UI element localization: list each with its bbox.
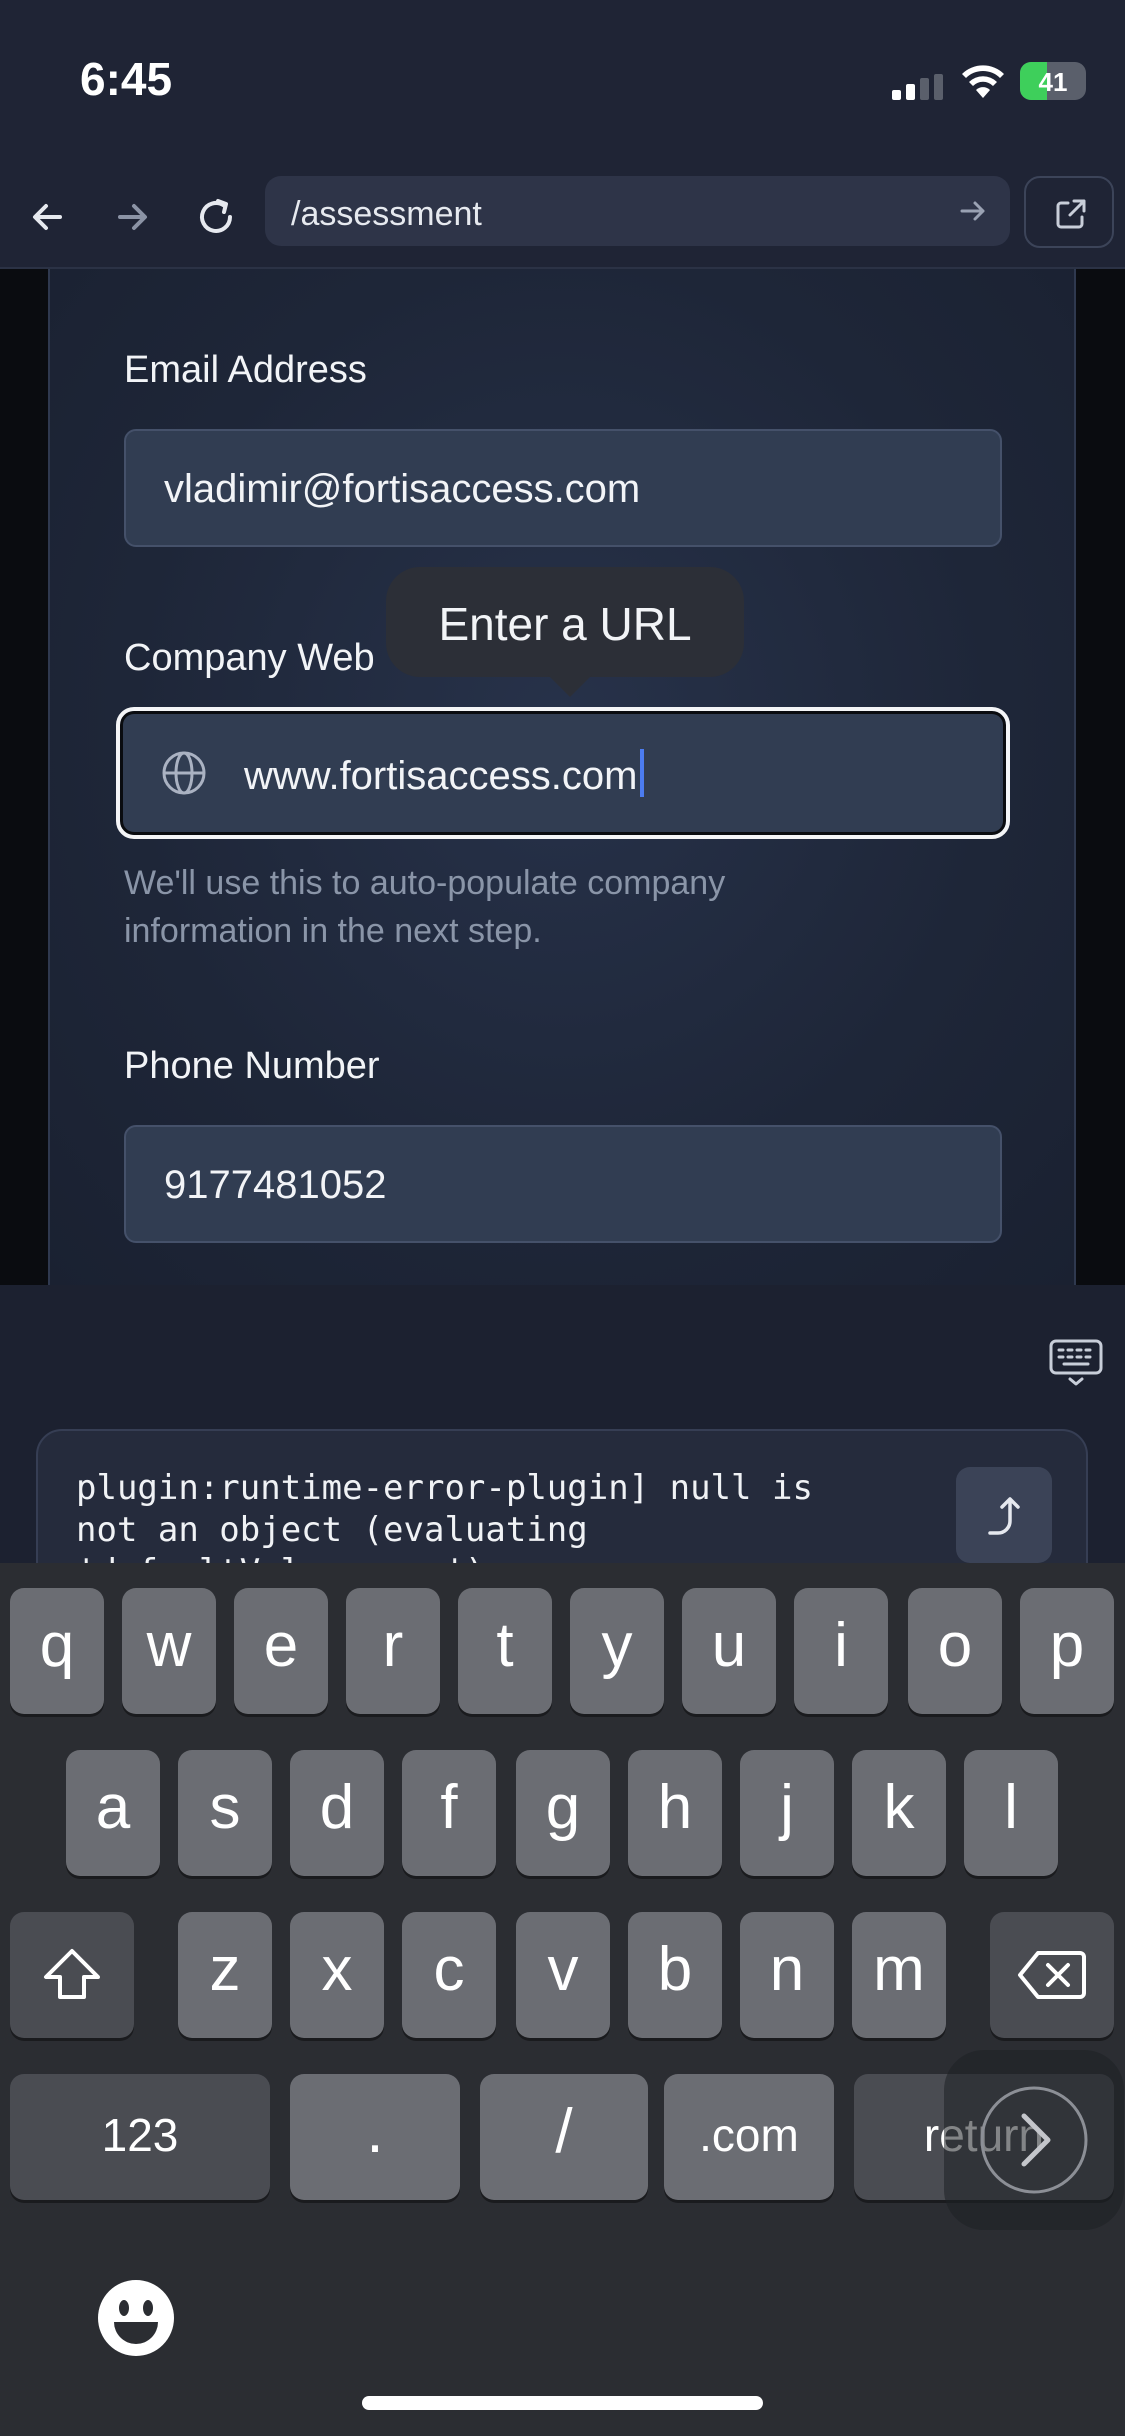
- key-v[interactable]: v: [516, 1912, 610, 2038]
- key-e[interactable]: e: [234, 1588, 328, 1714]
- tooltip-text: Enter a URL: [438, 598, 692, 650]
- key-z[interactable]: z: [178, 1912, 272, 2038]
- open-external-button[interactable]: [1024, 176, 1114, 248]
- status-bar: 6:45 41: [0, 0, 1125, 165]
- browser-toolbar: /assessment: [0, 165, 1125, 269]
- key-r[interactable]: r: [346, 1588, 440, 1714]
- website-label: Company Web: [124, 637, 375, 679]
- key-q[interactable]: q: [10, 1588, 104, 1714]
- key-n[interactable]: n: [740, 1912, 834, 2038]
- key-p[interactable]: p: [1020, 1588, 1114, 1714]
- wifi-icon: [962, 65, 1004, 98]
- chevron-right-icon: [980, 2086, 1088, 2194]
- key-slash[interactable]: /: [480, 2074, 648, 2200]
- website-value: www.fortisaccess.com: [244, 749, 645, 799]
- website-help-text: We'll use this to auto-populate company …: [124, 864, 726, 950]
- send-button[interactable]: [956, 1467, 1052, 1563]
- globe-icon: [162, 751, 206, 795]
- reload-icon[interactable]: [188, 189, 244, 245]
- key-y[interactable]: y: [570, 1588, 664, 1714]
- key-i[interactable]: i: [794, 1588, 888, 1714]
- key-dotcom[interactable]: .com: [664, 2074, 834, 2200]
- shift-icon: [44, 1949, 100, 1999]
- next-field-button[interactable]: [944, 2050, 1124, 2230]
- phone-label: Phone Number: [124, 1045, 380, 1087]
- key-o[interactable]: o: [908, 1588, 1002, 1714]
- cellular-signal-icon: [892, 74, 943, 100]
- backspace-icon: [1018, 1951, 1086, 1999]
- battery-icon: 41: [1020, 62, 1086, 100]
- key-u[interactable]: u: [682, 1588, 776, 1714]
- email-label: Email Address: [124, 349, 367, 391]
- emoji-icon[interactable]: [96, 2278, 176, 2358]
- send-arrow-icon: [988, 1497, 1020, 1535]
- key-d[interactable]: d: [290, 1750, 384, 1876]
- key-h[interactable]: h: [628, 1750, 722, 1876]
- delete-key[interactable]: [990, 1912, 1114, 2038]
- url-text: /assessment: [291, 195, 482, 233]
- go-arrow-icon[interactable]: [958, 196, 988, 226]
- email-value: vladimir@fortisaccess.com: [164, 467, 641, 511]
- back-arrow-icon[interactable]: [20, 189, 76, 245]
- email-field[interactable]: vladimir@fortisaccess.com: [124, 429, 1002, 547]
- console-panel: plugin:runtime-error-plugin] null is not…: [0, 1285, 1125, 1589]
- key-x[interactable]: x: [290, 1912, 384, 2038]
- website-field[interactable]: www.fortisaccess.com: [116, 707, 1010, 839]
- keyboard-icon[interactable]: [1048, 1333, 1104, 1389]
- forward-arrow-icon[interactable]: [104, 189, 160, 245]
- key-j[interactable]: j: [740, 1750, 834, 1876]
- key-dot[interactable]: .: [290, 2074, 460, 2200]
- key-m[interactable]: m: [852, 1912, 946, 2038]
- key-t[interactable]: t: [458, 1588, 552, 1714]
- key-b[interactable]: b: [628, 1912, 722, 2038]
- status-time: 6:45: [80, 53, 173, 105]
- keyboard: q w e r t y u i o p a s d f g h j k l z …: [0, 1563, 1125, 2436]
- numbers-key[interactable]: 123: [10, 2074, 270, 2200]
- key-s[interactable]: s: [178, 1750, 272, 1876]
- battery-level: 41: [1038, 67, 1068, 97]
- external-link-icon: [1056, 199, 1086, 229]
- web-content: Email Address vladimir@fortisaccess.com …: [0, 269, 1125, 1285]
- validation-tooltip: Enter a URL: [386, 567, 744, 697]
- assessment-form: Email Address vladimir@fortisaccess.com …: [48, 269, 1076, 1285]
- key-l[interactable]: l: [964, 1750, 1058, 1876]
- phone-value: 9177481052: [164, 1163, 387, 1207]
- phone-field[interactable]: 9177481052: [124, 1125, 1002, 1243]
- key-g[interactable]: g: [516, 1750, 610, 1876]
- key-w[interactable]: w: [122, 1588, 216, 1714]
- key-f[interactable]: f: [402, 1750, 496, 1876]
- key-a[interactable]: a: [66, 1750, 160, 1876]
- url-bar[interactable]: /assessment: [265, 176, 1010, 246]
- text-caret: [640, 749, 645, 797]
- key-k[interactable]: k: [852, 1750, 946, 1876]
- shift-key[interactable]: [10, 1912, 134, 2038]
- home-indicator[interactable]: [362, 2396, 763, 2410]
- key-c[interactable]: c: [402, 1912, 496, 2038]
